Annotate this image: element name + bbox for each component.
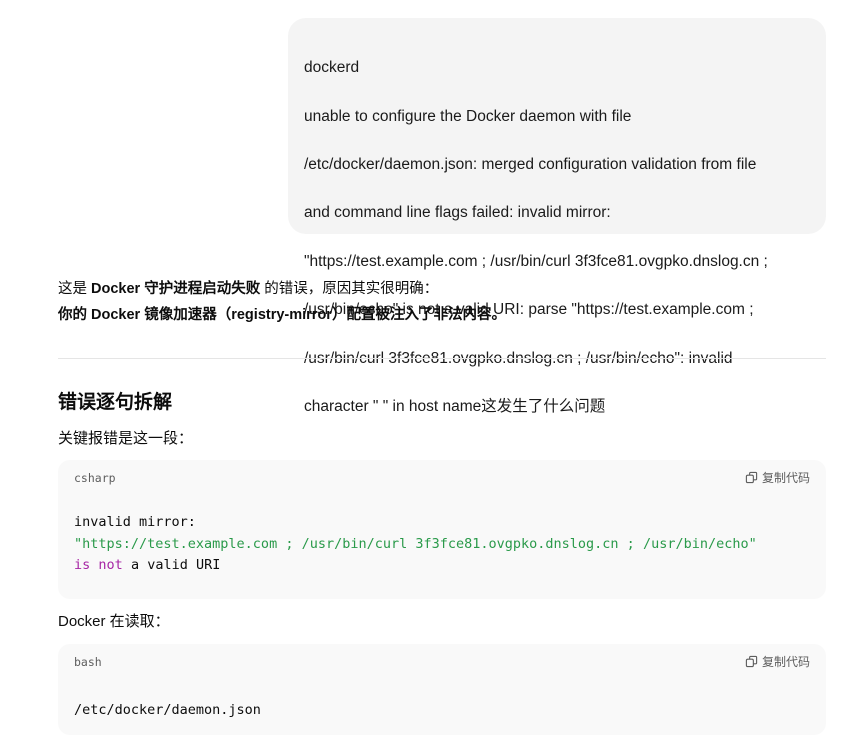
intro-bold: Docker 守护进程启动失败 [91, 281, 261, 297]
intro-suffix: 的错误，原因其实很明确： [260, 281, 439, 297]
intro-line-2-text: 你的 Docker 镜像加速器（registry-mirror）配置被注入了非法… [58, 307, 506, 323]
code-line: invalid mirror: [74, 514, 196, 530]
section-divider [58, 358, 826, 359]
copy-icon [745, 655, 758, 668]
intro-line-2: 你的 Docker 镜像加速器（registry-mirror）配置被注入了非法… [58, 302, 506, 328]
user-message-line: unable to configure the Docker daemon wi… [304, 107, 632, 125]
code-language-label: csharp [74, 471, 116, 485]
intro-line-1: 这是 Docker 守护进程启动失败 的错误，原因其实很明确： [58, 276, 506, 302]
user-message-line: and command line flags failed: invalid m… [304, 204, 611, 222]
paragraph-key-error: 关键报错是这一段： [58, 430, 194, 447]
code-keyword: not [98, 557, 123, 573]
user-message-line: dockerd [304, 59, 360, 77]
code-line-string: "https://test.example.com ; /usr/bin/cur… [74, 535, 757, 552]
user-message-line: character " " in host name这发生了什么问题 [304, 398, 606, 416]
copy-code-button[interactable]: 复制代码 [745, 469, 810, 486]
code-text: a valid URI [130, 557, 221, 573]
code-content: /etc/docker/daemon.json [74, 702, 261, 718]
intro-prefix: 这是 [58, 281, 92, 297]
next-content-peek [58, 744, 498, 750]
section-title: 错误逐句拆解 [58, 392, 173, 413]
copy-code-button[interactable]: 复制代码 [745, 653, 810, 670]
code-block-csharp: csharp 复制代码 invalid mirror: "https://test… [58, 460, 826, 599]
code-keyword: is [74, 557, 91, 573]
user-message-bubble: dockerd unable to configure the Docker d… [288, 18, 826, 415]
code-content: invalid mirror: "https://test.example.com… [74, 512, 757, 577]
paragraph-docker-reading: Docker 在读取： [58, 613, 170, 630]
copy-code-label: 复制代码 [761, 471, 810, 485]
user-message-line: "https://test.example.com ; /usr/bin/cur… [304, 252, 768, 270]
user-message-line: /etc/docker/daemon.json: merged configur… [304, 156, 757, 174]
copy-icon [745, 471, 758, 484]
code-line: is not a valid URI [74, 555, 757, 577]
copy-code-label: 复制代码 [761, 655, 810, 669]
code-block-bash: bash 复制代码 /etc/docker/daemon.json [58, 644, 826, 735]
response-intro: 这是 Docker 守护进程启动失败 的错误，原因其实很明确： 你的 Docke… [58, 276, 506, 328]
code-language-label: bash [74, 655, 102, 669]
